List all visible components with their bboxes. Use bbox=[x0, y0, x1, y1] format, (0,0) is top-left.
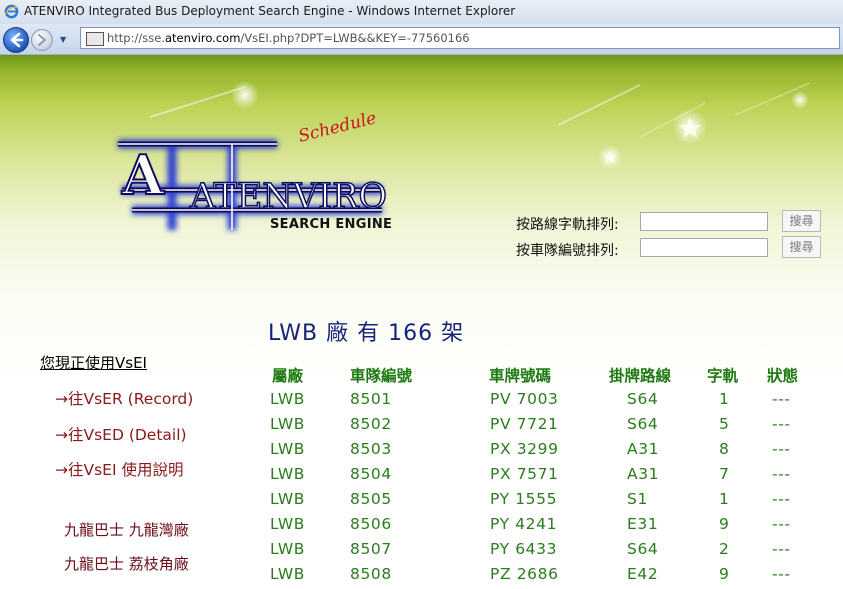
cell-depot: LWB bbox=[270, 415, 305, 433]
cell-track: 9 bbox=[719, 565, 730, 583]
ie-logo-icon bbox=[4, 4, 19, 19]
col-header-fleet-no: 車隊編號 bbox=[350, 367, 413, 385]
col-header-status: 狀態 bbox=[767, 367, 799, 385]
cell-route: E42 bbox=[627, 565, 659, 583]
cell-depot: LWB bbox=[270, 440, 305, 458]
cell-plate: PY 1555 bbox=[490, 490, 558, 508]
cell-plate: PX 3299 bbox=[490, 440, 559, 458]
title-unit: 架 bbox=[441, 321, 465, 346]
title-word-depot: 廠 bbox=[326, 321, 350, 346]
address-url[interactable]: http://sse.atenviro.com/VsEI.php?DPT=LWB… bbox=[107, 28, 470, 48]
cell-route: S64 bbox=[627, 390, 659, 408]
page-content: A ATENVIRO Schedule SEARCH ENGINE 按路線字軌排… bbox=[0, 55, 843, 589]
window-title: ATENVIRO Integrated Bus Deployment Searc… bbox=[24, 4, 516, 18]
cell-track: 1 bbox=[719, 390, 730, 408]
title-word-has: 有 bbox=[357, 321, 381, 346]
cell-track: 7 bbox=[719, 465, 730, 483]
cell-depot: LWB bbox=[270, 490, 305, 508]
cell-fleet-no: 8501 bbox=[350, 390, 392, 408]
logo-tagline: Schedule bbox=[296, 108, 378, 147]
navigation-bar: ▼ http://sse.atenviro.com/VsEI.php?DPT=L… bbox=[0, 24, 843, 55]
arrow-left-icon bbox=[10, 32, 24, 48]
cell-plate: PV 7721 bbox=[490, 415, 559, 433]
link-vsei-help[interactable]: →往VsEI 使用說明 bbox=[55, 458, 183, 480]
link-depot-kowloon-bay[interactable]: 九龍巴士 九龍灣廠 bbox=[64, 519, 189, 540]
cell-fleet-no: 8502 bbox=[350, 415, 392, 433]
address-bar[interactable]: http://sse.atenviro.com/VsEI.php?DPT=LWB… bbox=[80, 27, 840, 49]
cell-plate: PZ 2686 bbox=[490, 565, 559, 583]
col-header-depot: 屬廠 bbox=[272, 367, 304, 385]
cell-status: --- bbox=[772, 440, 791, 458]
cell-status: --- bbox=[772, 415, 791, 433]
cell-track: 9 bbox=[719, 515, 730, 533]
cell-depot: LWB bbox=[270, 390, 305, 408]
forward-button[interactable] bbox=[31, 29, 53, 51]
cell-status: --- bbox=[772, 390, 791, 408]
sort-by-route-label: 按路線字軌排列: bbox=[516, 217, 619, 233]
cell-track: 5 bbox=[719, 415, 730, 433]
cell-fleet-no: 8503 bbox=[350, 440, 392, 458]
history-dropdown-icon[interactable]: ▼ bbox=[60, 35, 66, 44]
cell-fleet-no: 8504 bbox=[350, 465, 392, 483]
cell-fleet-no: 8505 bbox=[350, 490, 392, 508]
route-search-button[interactable]: 搜尋 bbox=[782, 210, 821, 232]
col-header-route: 掛牌路線 bbox=[609, 367, 672, 385]
link-vser-record[interactable]: →往VsER (Record) bbox=[55, 387, 193, 409]
cell-plate: PX 7571 bbox=[490, 465, 559, 483]
cell-depot: LWB bbox=[270, 465, 305, 483]
cell-route: S1 bbox=[627, 490, 648, 508]
cell-status: --- bbox=[772, 540, 791, 558]
sort-by-fleet-label: 按車隊編號排列: bbox=[516, 243, 619, 259]
cell-route: A31 bbox=[627, 465, 660, 483]
back-button[interactable] bbox=[3, 27, 29, 53]
cell-plate: PY 4241 bbox=[490, 515, 558, 533]
cell-status: --- bbox=[772, 465, 791, 483]
col-header-track: 字軌 bbox=[707, 367, 739, 385]
cell-status: --- bbox=[772, 490, 791, 508]
cell-plate: PY 6433 bbox=[490, 540, 558, 558]
link-vsed-detail[interactable]: →往VsED (Detail) bbox=[55, 423, 187, 445]
cell-depot: LWB bbox=[270, 565, 305, 583]
cell-route: A31 bbox=[627, 440, 660, 458]
cell-fleet-no: 8507 bbox=[350, 540, 392, 558]
cell-depot: LWB bbox=[270, 540, 305, 558]
cell-fleet-no: 8506 bbox=[350, 515, 392, 533]
title-depot: LWB bbox=[268, 321, 319, 346]
cell-fleet-no: 8508 bbox=[350, 565, 392, 583]
current-version-label: 您現正使用VsEI bbox=[40, 354, 147, 372]
svg-text:A: A bbox=[121, 143, 165, 207]
favicon-icon bbox=[86, 32, 104, 46]
cell-depot: LWB bbox=[270, 515, 305, 533]
route-search-input[interactable] bbox=[640, 212, 768, 231]
cell-route: E31 bbox=[627, 515, 659, 533]
cell-route: S64 bbox=[627, 415, 659, 433]
fleet-search-button[interactable]: 搜尋 bbox=[782, 236, 821, 258]
cell-track: 1 bbox=[719, 490, 730, 508]
fleet-search-input[interactable] bbox=[640, 238, 768, 257]
cell-route: S64 bbox=[627, 540, 659, 558]
cell-track: 2 bbox=[719, 540, 730, 558]
cell-status: --- bbox=[772, 515, 791, 533]
window-titlebar: ATENVIRO Integrated Bus Deployment Searc… bbox=[0, 0, 843, 24]
cell-track: 8 bbox=[719, 440, 730, 458]
logo-brand-text: ATENVIRO bbox=[189, 177, 387, 217]
col-header-plate: 車牌號碼 bbox=[489, 367, 552, 385]
arrow-right-icon bbox=[38, 34, 46, 46]
cell-status: --- bbox=[772, 565, 791, 583]
title-count: 166 bbox=[388, 321, 434, 346]
link-depot-lai-chi-kok[interactable]: 九龍巴士 荔枝角廠 bbox=[64, 553, 189, 574]
cell-plate: PV 7003 bbox=[490, 390, 559, 408]
search-engine-label: SEARCH ENGINE bbox=[270, 217, 393, 232]
page-title: LWB 廠 有 166 架 bbox=[268, 315, 464, 347]
